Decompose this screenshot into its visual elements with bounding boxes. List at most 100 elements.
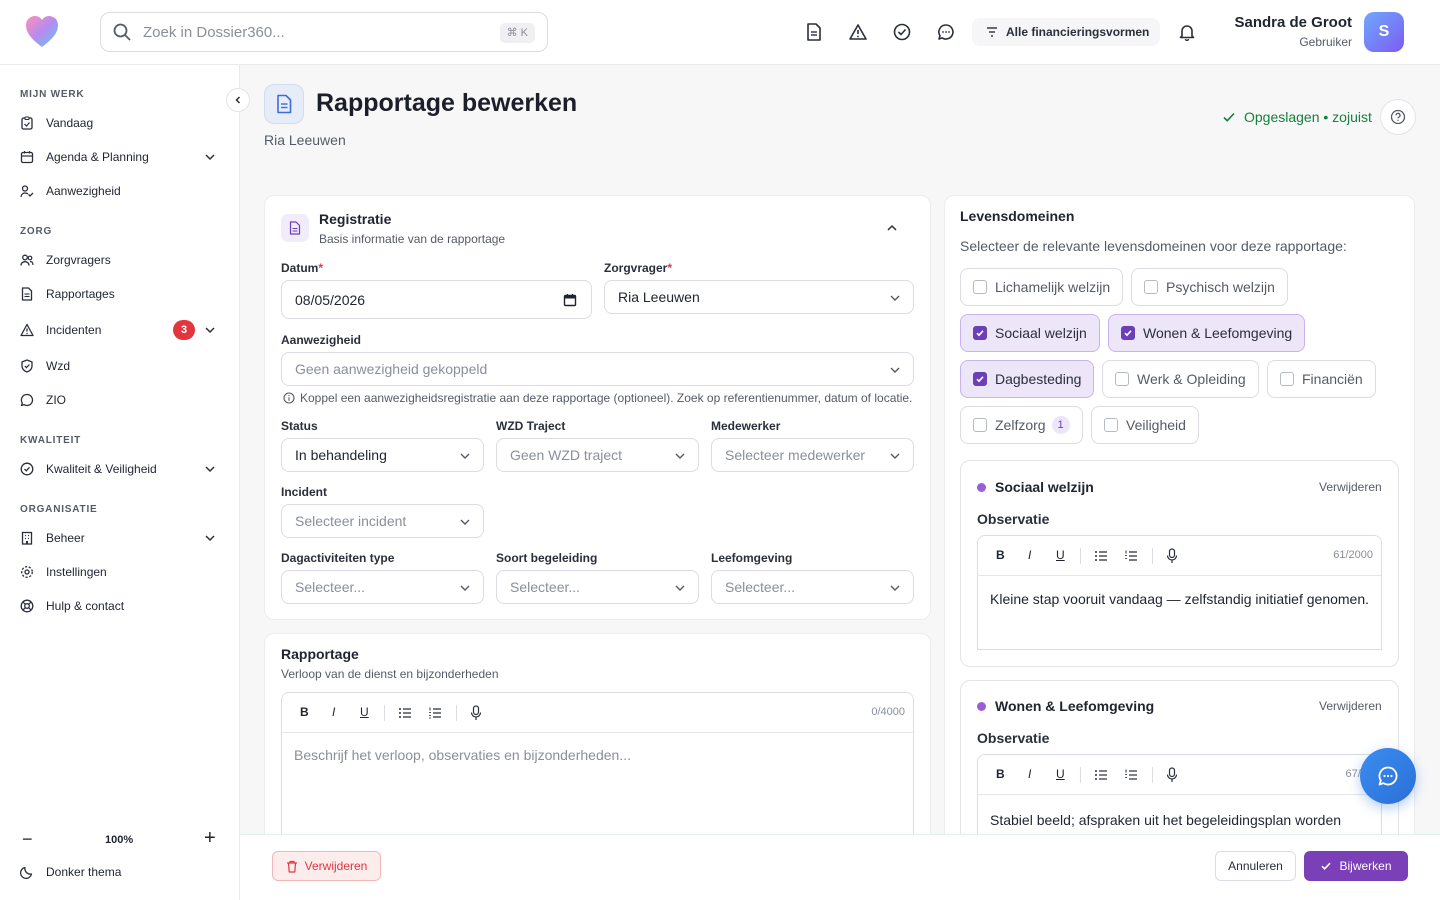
sidebar-item-zio[interactable]: ZIO — [20, 389, 220, 411]
editor-toolbar: B I U 0/4000 — [282, 693, 913, 733]
chip-label: Lichamelijk welzijn — [995, 279, 1111, 295]
editor-toolbar: B I U 61/2000 — [978, 536, 1381, 576]
check-circle-icon[interactable] — [891, 21, 913, 43]
bullet-list-icon[interactable] — [1094, 768, 1108, 782]
underline-button[interactable]: U — [1056, 767, 1065, 781]
page-document-icon — [264, 84, 304, 124]
numbered-list-icon[interactable] — [1124, 549, 1138, 563]
document-icon[interactable] — [803, 21, 825, 43]
remove-domain-button[interactable]: Verwijderen — [1319, 699, 1382, 713]
zoom-in-button[interactable]: + — [204, 827, 216, 850]
sidebar-item-kwaliteit[interactable]: Kwaliteit & Veiligheid — [20, 458, 220, 480]
aanwezigheid-hint: Koppel een aanwezigheidsregistratie aan … — [283, 391, 912, 405]
help-button[interactable] — [1380, 99, 1416, 135]
checkbox-unchecked — [1115, 372, 1129, 386]
begeleiding-select[interactable]: Selecteer... — [496, 570, 699, 604]
chip-psychisch-welzijn[interactable]: Psychisch welzijn — [1131, 268, 1288, 306]
chat-icon[interactable] — [935, 21, 957, 43]
search-shortcut: ⌘ K — [499, 23, 535, 43]
logo-heart-icon[interactable] — [24, 14, 60, 50]
dagactiviteiten-select[interactable]: Selecteer... — [281, 570, 484, 604]
sidebar-item-instellingen[interactable]: Instellingen — [20, 561, 220, 583]
check-circle-icon — [20, 462, 34, 476]
datum-field[interactable]: 08/05/2026 — [281, 280, 592, 319]
bold-button[interactable]: B — [996, 548, 1005, 562]
microphone-icon[interactable] — [1166, 767, 1178, 783]
incident-label: Incident — [281, 485, 328, 499]
search-input[interactable]: Zoek in Dossier360... ⌘ K — [100, 12, 548, 52]
sidebar-item-beheer[interactable]: Beheer — [20, 527, 220, 549]
microphone-icon[interactable] — [470, 705, 482, 721]
chip-veiligheid[interactable]: Veiligheid — [1091, 406, 1199, 444]
sidebar-collapse-button[interactable] — [226, 88, 250, 112]
chip-sociaal-welzijn[interactable]: Sociaal welzijn — [960, 314, 1100, 352]
sidebar-item-label: Kwaliteit & Veiligheid — [46, 462, 157, 476]
chip-label: Werk & Opleiding — [1137, 371, 1246, 387]
sociaal-observatie-text[interactable]: Kleine stap vooruit vandaag — zelfstandi… — [990, 591, 1369, 607]
chevron-down-icon — [460, 453, 470, 459]
bullet-list-icon[interactable] — [1094, 549, 1108, 563]
observatie-label: Observatie — [977, 511, 1050, 527]
numbered-list-icon[interactable] — [1124, 768, 1138, 782]
cancel-button[interactable]: Annuleren — [1215, 851, 1296, 881]
zorgvrager-select[interactable]: Ria Leeuwen — [604, 280, 914, 314]
levensdomeinen-title: Levensdomeinen — [960, 208, 1075, 224]
sidebar-item-zorgvragers[interactable]: Zorgvragers — [20, 249, 220, 271]
section-zorg: ZORG — [20, 226, 53, 237]
chip-zelfzorg[interactable]: Zelfzorg 1 — [960, 406, 1083, 444]
warning-icon[interactable] — [847, 21, 869, 43]
incident-select[interactable]: Selecteer incident — [281, 504, 484, 538]
financing-filter-button[interactable]: Alle financieringsvormen — [972, 18, 1160, 46]
remove-domain-button[interactable]: Verwijderen — [1319, 480, 1382, 494]
numbered-list-icon[interactable] — [428, 706, 442, 720]
bold-button[interactable]: B — [996, 767, 1005, 781]
zoom-out-button[interactable]: − — [22, 829, 33, 850]
bold-button[interactable]: B — [300, 705, 309, 719]
sidebar-item-aanwezigheid[interactable]: Aanwezigheid — [20, 180, 220, 202]
aanwezigheid-select[interactable]: Geen aanwezigheid gekoppeld — [281, 352, 914, 386]
leefomgeving-select[interactable]: Selecteer... — [711, 570, 914, 604]
status-select[interactable]: In behandeling — [281, 438, 484, 472]
chip-lichamelijk-welzijn[interactable]: Lichamelijk welzijn — [960, 268, 1124, 306]
chip-wonen-leefomgeving[interactable]: Wonen & Leefomgeving — [1108, 314, 1306, 352]
italic-button[interactable]: I — [1028, 767, 1031, 781]
sidebar-item-vandaag[interactable]: Vandaag — [20, 112, 220, 134]
sidebar-item-hulp[interactable]: Hulp & contact — [20, 595, 220, 617]
sidebar-item-label: Vandaag — [46, 116, 94, 130]
bullet-list-icon[interactable] — [398, 706, 412, 720]
sidebar-item-agenda[interactable]: Agenda & Planning — [20, 146, 220, 168]
incident-placeholder: Selecteer incident — [295, 513, 407, 529]
sidebar-item-incidenten[interactable]: Incidenten 3 — [20, 319, 220, 341]
bell-icon[interactable] — [1176, 21, 1198, 43]
saved-status: Opgeslagen • zojuist — [1222, 109, 1372, 125]
sidebar-item-wzd[interactable]: Wzd — [20, 355, 220, 377]
user-menu[interactable]: Sandra de Groot Gebruiker — [1234, 14, 1352, 49]
leefomgeving-label: Leefomgeving — [711, 551, 793, 565]
chip-werk-opleiding[interactable]: Werk & Opleiding — [1102, 360, 1259, 398]
avatar[interactable]: S — [1364, 12, 1404, 52]
chat-icon — [20, 393, 34, 407]
sidebar-item-rapportages[interactable]: Rapportages — [20, 283, 220, 305]
italic-button[interactable]: I — [332, 705, 335, 719]
chip-financien[interactable]: Financiën — [1267, 360, 1376, 398]
chip-label: Dagbesteding — [995, 371, 1082, 387]
check-icon — [1223, 112, 1235, 122]
chevron-up-icon[interactable] — [885, 222, 899, 234]
underline-button[interactable]: U — [360, 705, 369, 719]
delete-button[interactable]: Verwijderen — [272, 851, 381, 881]
dark-theme-toggle[interactable]: Donker thema — [20, 865, 121, 879]
underline-button[interactable]: U — [1056, 548, 1065, 562]
calendar-icon[interactable] — [563, 293, 577, 307]
italic-button[interactable]: I — [1028, 548, 1031, 562]
submit-button[interactable]: Bijwerken — [1304, 851, 1408, 881]
chevron-down-icon — [675, 585, 685, 591]
chip-dagbesteding[interactable]: Dagbesteding — [960, 360, 1095, 398]
chat-fab-button[interactable] — [1360, 748, 1416, 804]
microphone-icon[interactable] — [1166, 548, 1178, 564]
rapportage-title: Rapportage — [281, 646, 359, 662]
zoom-level: 100% — [105, 834, 134, 846]
wzd-select[interactable]: Geen WZD traject — [496, 438, 699, 472]
rapportage-placeholder[interactable]: Beschrijf het verloop, observaties en bi… — [294, 747, 631, 763]
medewerker-select[interactable]: Selecteer medewerker — [711, 438, 914, 472]
sociaal-counter: 61/2000 — [1333, 549, 1373, 561]
